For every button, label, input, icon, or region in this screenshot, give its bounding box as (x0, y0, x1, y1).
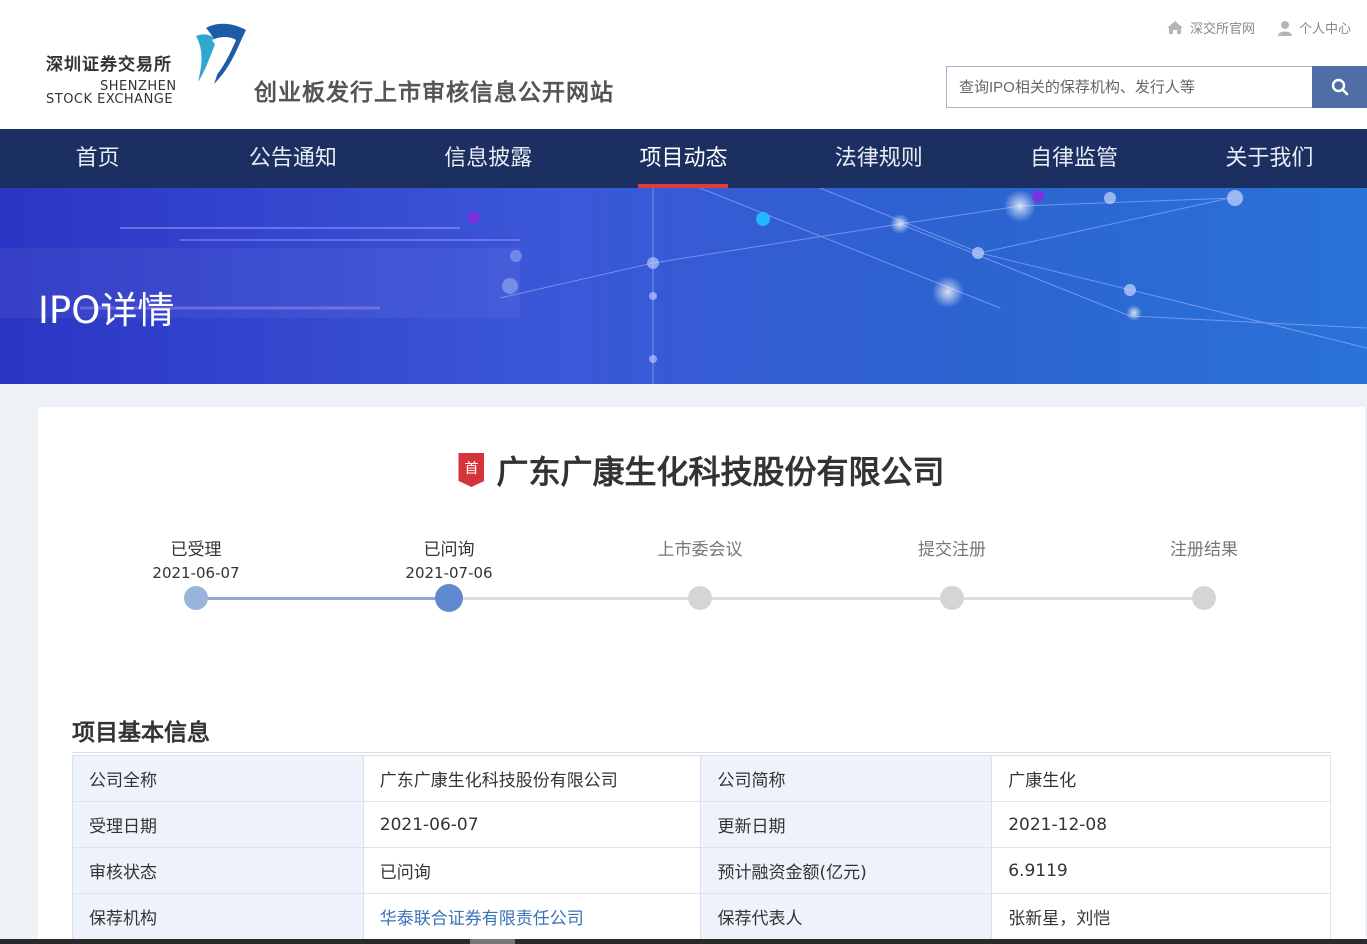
field-label: 公司简称 (700, 755, 993, 802)
horizontal-scrollbar[interactable] (0, 939, 1367, 944)
search-input[interactable] (946, 66, 1312, 108)
field-label: 预计融资金额(亿元) (700, 847, 993, 894)
step-label: 已受理 (170, 540, 222, 560)
nav-home[interactable]: 首页 (0, 129, 195, 188)
progress-line-pending (449, 597, 1203, 600)
step-listing-committee: 上市委会议 (600, 535, 800, 560)
szse-official-link[interactable]: 深交所官网 (1166, 18, 1255, 37)
field-value: 2021-12-08 (991, 801, 1331, 848)
step-inquired: 已问询 2021-07-06 (349, 535, 549, 582)
logo-english-line2: STOCK EXCHANGE (46, 92, 174, 107)
page-title: IPO详情 (38, 289, 175, 332)
szse-logo-icon (196, 23, 246, 84)
logo-chinese-text: 深圳证券交易所 (46, 55, 172, 75)
field-label: 审核状态 (72, 847, 364, 894)
field-value: 张新星，刘恺 (991, 893, 1331, 940)
nav-project-updates[interactable]: 项目动态 (586, 129, 781, 188)
home-icon (1166, 21, 1183, 34)
nav-disclosure[interactable]: 信息披露 (391, 129, 586, 188)
step-label: 上市委会议 (657, 540, 743, 560)
sponsor-link[interactable]: 华泰联合证券有限责任公司 (362, 893, 702, 940)
progress-line-done (196, 597, 449, 600)
search-icon (1331, 78, 1348, 96)
step-dot-submit-registration (940, 586, 964, 610)
szse-official-label: 深交所官网 (1189, 22, 1255, 37)
network-decoration (0, 188, 1367, 384)
field-label: 公司全称 (72, 755, 364, 802)
step-submit-registration: 提交注册 (852, 535, 1052, 560)
company-header: 首 广东广康生化科技股份有限公司 (38, 447, 1365, 493)
step-dot-registration-result (1192, 586, 1216, 610)
basic-info-table: 公司全称 广东广康生化科技股份有限公司 公司简称 广康生化 受理日期 2021-… (72, 755, 1331, 940)
first-issue-badge: 首 (458, 453, 485, 487)
nav-laws-rules[interactable]: 法律规则 (781, 129, 976, 188)
field-value: 广康生化 (991, 755, 1331, 802)
table-row: 审核状态 已问询 预计融资金额(亿元) 6.9119 (72, 847, 1331, 894)
search-bar (946, 66, 1367, 108)
company-name: 广东广康生化科技股份有限公司 (496, 453, 945, 491)
step-dot-inquired (435, 584, 463, 612)
table-row: 保荐机构 华泰联合证券有限责任公司 保荐代表人 张新星，刘恺 (72, 893, 1331, 940)
table-row: 受理日期 2021-06-07 更新日期 2021-12-08 (72, 801, 1331, 848)
step-label: 已问询 (423, 540, 475, 560)
scrollbar-thumb[interactable] (470, 939, 515, 944)
ipo-detail-card: 首 广东广康生化科技股份有限公司 已受理 2021-06-07 已问询 2021… (38, 407, 1365, 944)
step-registration-result: 注册结果 (1104, 535, 1304, 560)
field-value: 6.9119 (991, 847, 1331, 894)
user-icon (1277, 20, 1292, 36)
field-label: 保荐机构 (72, 893, 364, 940)
site-header: 深圳证券交易所 SHENZHEN STOCK EXCHANGE 创业板发行上市审… (0, 0, 1367, 129)
section-title: 项目基本信息 (72, 720, 210, 746)
step-dot-accepted (184, 586, 208, 610)
top-links: 深交所官网 个人中心 (1166, 18, 1351, 37)
site-title: 创业板发行上市审核信息公开网站 (254, 80, 614, 106)
page-banner: IPO详情 (0, 188, 1367, 384)
step-accepted: 已受理 2021-06-07 (96, 535, 296, 582)
step-date: 2021-07-06 (405, 564, 493, 582)
section-divider (72, 752, 1331, 753)
field-label: 保荐代表人 (700, 893, 993, 940)
main-nav: 首页 公告通知 信息披露 项目动态 法律规则 自律监管 关于我们 (0, 129, 1367, 188)
field-value: 2021-06-07 (362, 801, 702, 848)
table-row: 公司全称 广东广康生化科技股份有限公司 公司简称 广康生化 (72, 755, 1331, 802)
field-value: 广东广康生化科技股份有限公司 (362, 755, 702, 802)
nav-about-us[interactable]: 关于我们 (1172, 129, 1367, 188)
nav-announcements[interactable]: 公告通知 (195, 129, 390, 188)
step-label: 提交注册 (918, 540, 986, 560)
personal-center-link[interactable]: 个人中心 (1277, 18, 1351, 37)
nav-self-regulation[interactable]: 自律监管 (976, 129, 1171, 188)
field-label: 更新日期 (700, 801, 993, 848)
progress-steps: 已受理 2021-06-07 已问询 2021-07-06 上市委会议 提交注册… (38, 535, 1365, 615)
step-label: 注册结果 (1170, 540, 1238, 560)
field-label: 受理日期 (72, 801, 364, 848)
search-button[interactable] (1312, 66, 1367, 108)
step-date: 2021-06-07 (152, 564, 240, 582)
personal-center-label: 个人中心 (1298, 22, 1351, 37)
step-dot-listing-committee (688, 586, 712, 610)
field-value: 已问询 (362, 847, 702, 894)
